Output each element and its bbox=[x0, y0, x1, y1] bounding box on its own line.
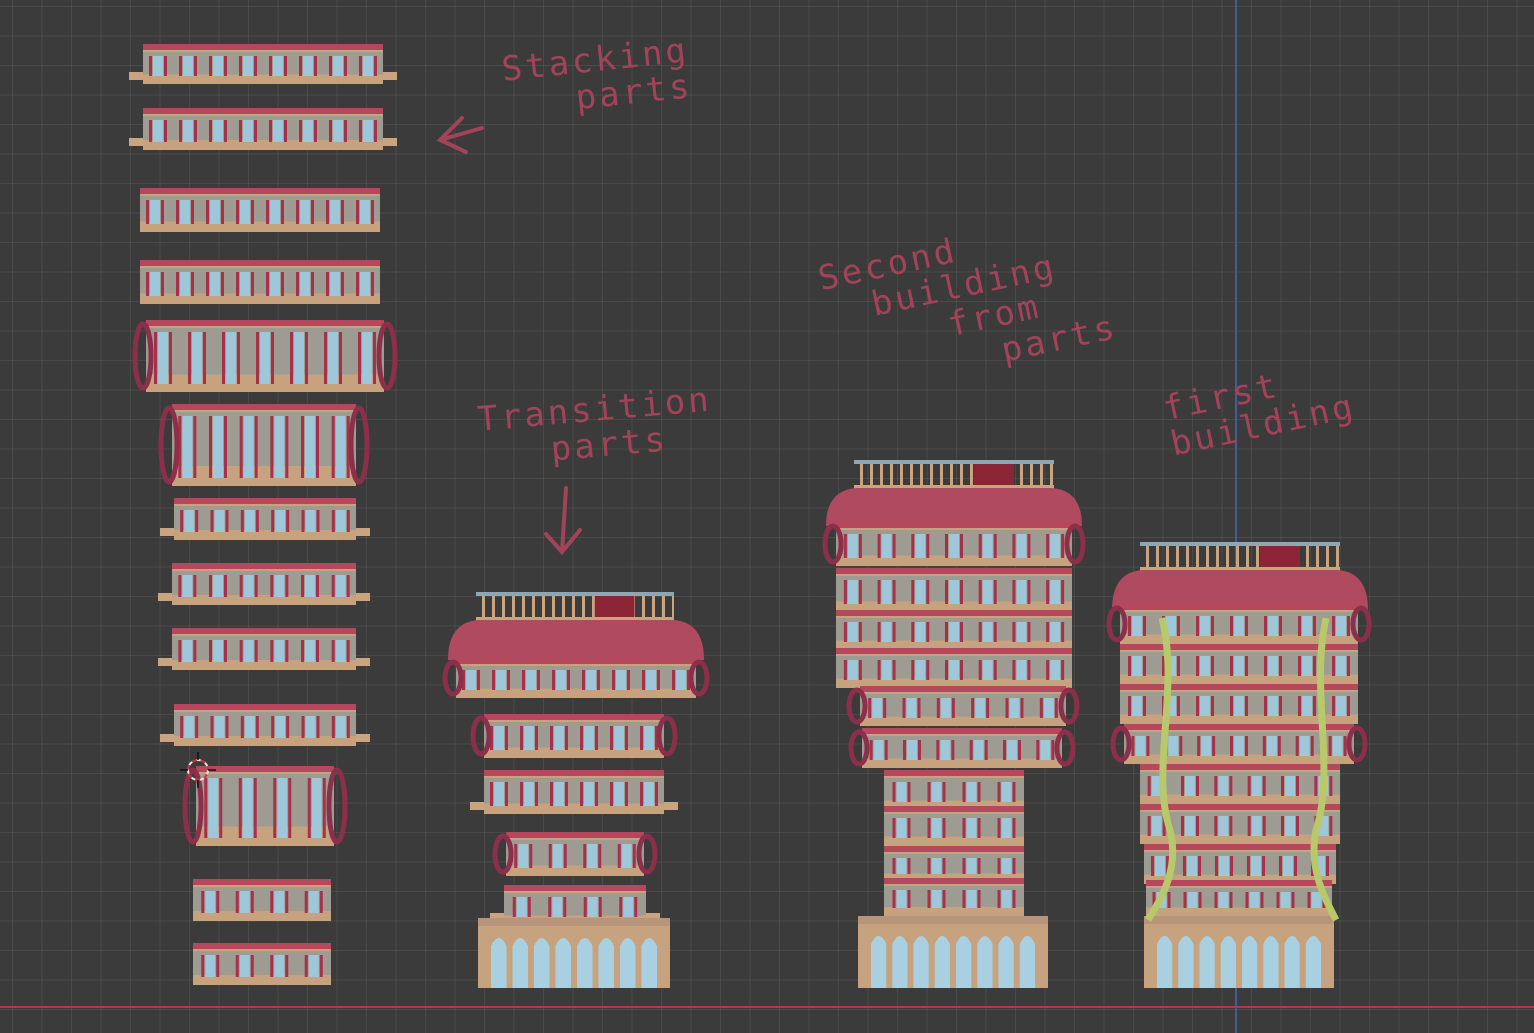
3d-cursor-icon[interactable] bbox=[180, 752, 216, 788]
arrow-left-icon bbox=[436, 116, 484, 154]
3d-viewport[interactable]: Stacking parts Transition parts Second b… bbox=[0, 0, 1534, 1033]
annotation-arrows bbox=[436, 116, 582, 556]
arrow-down-icon bbox=[544, 486, 582, 556]
